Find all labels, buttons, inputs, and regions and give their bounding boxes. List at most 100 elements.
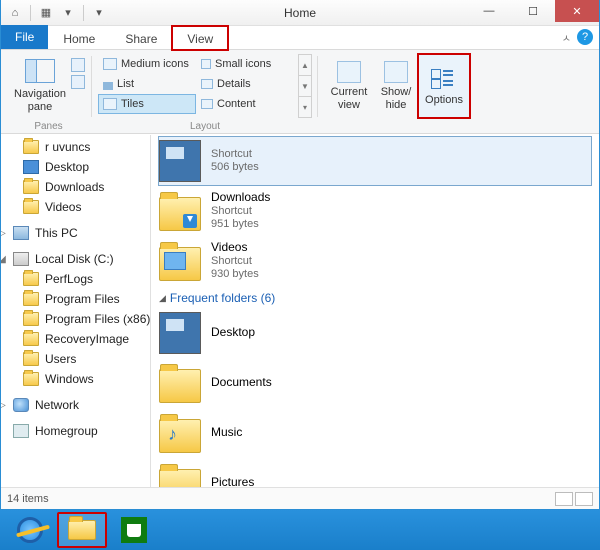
tile-pictures[interactable]: Pictures [159,459,591,487]
nav-local-disk[interactable]: ◢Local Disk (C:) [1,249,150,269]
group-label-panes: Panes [5,121,92,132]
nav-videos[interactable]: Videos [1,197,150,217]
status-bar: 14 items [1,487,599,509]
store-icon [121,517,147,543]
layout-content[interactable]: Content [196,94,294,114]
navigation-pane-label: Navigation pane [13,88,67,112]
tab-file[interactable]: File [1,25,48,49]
layout-gallery-scroll[interactable]: ▲▼▾ [298,54,312,118]
view-mode-buttons [555,492,593,506]
taskbar-file-explorer-button[interactable] [58,513,106,547]
ribbon-tabstrip: File Home Share View ㅅ ? [1,26,599,50]
titlebar: ⌂ ▦ ▾ ▾ Home — ☐ ✕ [1,0,599,26]
folder-icon [23,292,39,306]
view-details-button[interactable] [555,492,573,506]
folder-icon [159,247,201,281]
nav-homegroup[interactable]: Homegroup [1,421,150,441]
homegroup-icon [13,424,29,438]
taskbar-ie-button[interactable] [6,513,54,547]
nav-desktop[interactable]: Desktop [1,157,150,177]
nav-network[interactable]: ▷Network [1,395,150,415]
layout-tiles[interactable]: Tiles [98,94,196,114]
options-button[interactable]: Options [418,54,470,118]
folder-icon: ♪ [159,419,201,453]
help-icon[interactable]: ? [577,29,593,45]
folder-icon [159,369,201,403]
separator [30,5,31,21]
qat-newfolder-icon[interactable]: ▦ [36,3,56,23]
taskbar-store-button[interactable] [110,513,158,547]
ribbon-collapse-icon[interactable]: ㅅ [562,30,571,45]
tab-home[interactable]: Home [48,26,110,50]
nav-this-pc[interactable]: ▷This PC [1,223,150,243]
folder-icon [23,332,39,346]
item-count: 14 items [7,493,49,505]
content-pane[interactable]: Shortcut 506 bytes Downloads Shortcut 95… [151,135,599,487]
qat-customize-icon[interactable]: ▾ [89,3,109,23]
ribbon-view: Navigation pane Panes Medium icons Small… [1,50,599,134]
tile-shortcut-1[interactable]: Shortcut 506 bytes [159,137,591,185]
layout-list[interactable]: List [98,74,196,94]
show-hide-button[interactable]: Show/ hide [374,54,418,118]
desktop-icon [23,160,39,174]
qat-properties-icon[interactable]: ⌂ [5,3,25,23]
qat-location-icon[interactable]: ▾ [58,3,78,23]
file-explorer-window: ⌂ ▦ ▾ ▾ Home — ☐ ✕ File Home Share View … [0,0,600,510]
layout-gallery: Medium icons Small icons List Details Ti… [98,54,298,118]
window-controls: — ☐ ✕ [467,0,599,22]
internet-explorer-icon [17,517,43,543]
drive-icon [13,252,29,266]
tile-desktop[interactable]: Desktop [159,309,591,357]
folder-icon [23,372,39,386]
nav-program-files-x86[interactable]: Program Files (x86) [1,309,150,329]
maximize-button[interactable]: ☐ [511,0,555,22]
layout-small-icons[interactable]: Small icons [196,54,294,74]
folder-icon [159,197,201,231]
ribbon-group-panes: Navigation pane Panes [5,52,92,133]
folder-icon [23,312,39,326]
nav-windows[interactable]: Windows [1,369,150,389]
download-overlay-icon [183,214,197,228]
folder-icon [23,352,39,366]
collapse-caret-icon[interactable]: ◢ [159,293,166,304]
nav-program-files[interactable]: Program Files [1,289,150,309]
tile-documents[interactable]: Documents [159,359,591,407]
folder-icon [23,200,39,214]
taskbar [0,510,600,550]
layout-details[interactable]: Details [196,74,294,94]
minimize-button[interactable]: — [467,0,511,22]
video-overlay-icon [164,252,186,270]
folder-icon [23,140,39,154]
navigation-pane-button[interactable]: Navigation pane [11,54,69,118]
tab-share[interactable]: Share [110,26,172,50]
tab-view[interactable]: View [172,26,228,50]
desktop-icon [159,312,201,354]
details-pane-button[interactable] [71,75,85,89]
preview-pane-button[interactable] [71,58,85,72]
frequent-folders-header[interactable]: ◢ Frequent folders (6) [159,291,591,305]
group-label-layout: Layout [92,121,318,132]
nav-downloads[interactable]: Downloads [1,177,150,197]
explorer-body: r uvuncs Desktop Downloads Videos ▷This … [1,135,599,487]
quick-access-toolbar: ⌂ ▦ ▾ ▾ [1,3,109,23]
tile-downloads-shortcut[interactable]: Downloads Shortcut 951 bytes [159,187,591,235]
window-title: Home [284,6,316,20]
nav-favorites-trunc[interactable]: r uvuncs [1,137,150,157]
ribbon-group-layout: Medium icons Small icons List Details Ti… [92,52,318,133]
folder-icon [159,469,201,487]
navigation-tree[interactable]: r uvuncs Desktop Downloads Videos ▷This … [1,135,151,487]
nav-recoveryimage[interactable]: RecoveryImage [1,329,150,349]
folder-icon [68,520,96,540]
folder-icon [23,180,39,194]
ribbon-group-currentview: Current view Show/ hide Options [318,52,476,133]
current-view-button[interactable]: Current view [324,54,374,118]
tile-music[interactable]: ♪ Music [159,409,591,457]
tile-videos-shortcut[interactable]: Videos Shortcut 930 bytes [159,237,591,285]
view-thumbnails-button[interactable] [575,492,593,506]
layout-medium-icons[interactable]: Medium icons [98,54,196,74]
nav-perflogs[interactable]: PerfLogs [1,269,150,289]
close-button[interactable]: ✕ [555,0,599,22]
folder-icon [23,272,39,286]
pc-icon [13,226,29,240]
nav-users[interactable]: Users [1,349,150,369]
